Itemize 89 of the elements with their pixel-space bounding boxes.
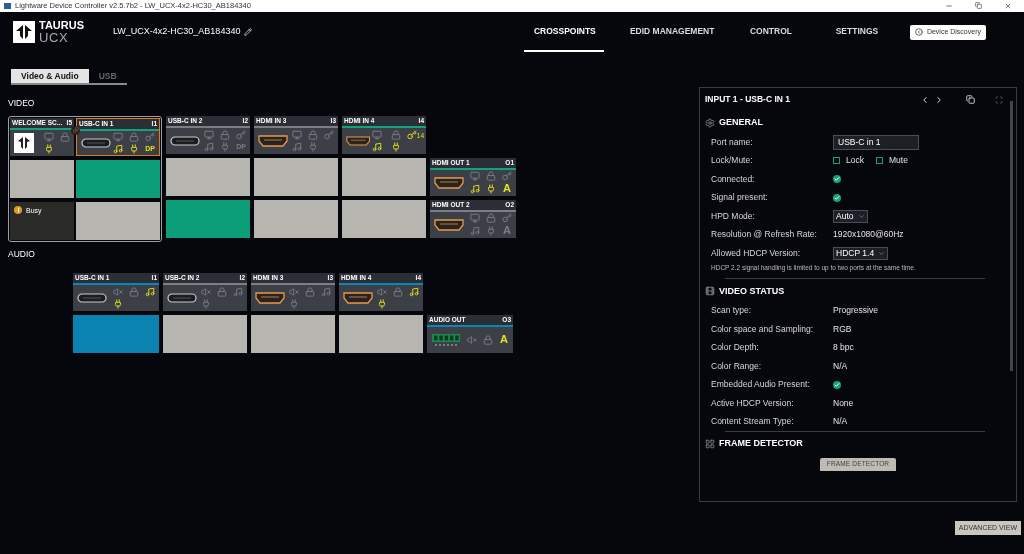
field-label: Content Stream Type:: [711, 415, 795, 428]
link-icon: [71, 125, 80, 135]
field-label: Resolution @ Refresh Rate:: [711, 228, 818, 242]
checkbox-label: Mute: [888, 154, 908, 168]
field-value: N/A: [833, 415, 848, 428]
logo-top-text: TAURUS: [39, 20, 84, 31]
section-title: FRAME DETECTOR: [719, 437, 803, 450]
sub-tab[interactable]: Video & Audio: [11, 69, 89, 85]
crosspoint-cell[interactable]: [163, 314, 247, 353]
usb-c-port-icon: [170, 135, 200, 146]
field-label: Embedded Audio Present:: [711, 378, 811, 391]
crosspoint-cell[interactable]: [254, 199, 338, 238]
dropdown-value: Auto: [836, 209, 854, 223]
field-label: Color Depth:: [711, 341, 760, 354]
checkbox-label: Lock: [846, 154, 864, 168]
field-label: Signal present:: [711, 191, 769, 205]
dropdown-value: HDCP 1.4: [836, 246, 875, 260]
panel-title: INPUT 1 - USB-C IN 1: [705, 93, 790, 106]
hdmi-port-icon: [346, 134, 371, 147]
device-name: LW_UCX-4x2-HC30_AB184340: [113, 25, 241, 39]
field-label: Lock/Mute:: [711, 154, 754, 168]
back-circle-icon: [914, 28, 923, 36]
field-value: N/A: [833, 359, 848, 373]
logo-icon: [14, 132, 34, 153]
port-name-field[interactable]: USB-C in 1: [833, 134, 919, 150]
previous-icon[interactable]: [920, 94, 930, 105]
checkbox[interactable]: [833, 157, 840, 165]
crosspoint-cell[interactable]: [254, 157, 338, 196]
film-icon: [705, 286, 715, 297]
next-icon[interactable]: [934, 94, 944, 105]
hdmi-port-icon: [434, 218, 464, 231]
crosspoint-cell[interactable]: [76, 201, 160, 240]
gears-icon: [705, 118, 715, 128]
crosspoint-cell[interactable]: [166, 157, 250, 196]
crosspoint-cell[interactable]: [73, 314, 159, 353]
crosspoint-cell[interactable]: [342, 199, 426, 238]
nav-tab[interactable]: CROSSPOINTS: [523, 12, 604, 52]
field-label: Scan type:: [711, 304, 753, 317]
chevron-down-icon: [857, 212, 865, 220]
field-label: Color space and Sampling:: [711, 322, 815, 336]
crosspoint-cell[interactable]: [251, 314, 335, 353]
restore-icon[interactable]: [975, 2, 982, 9]
dropdown[interactable]: HDCP 1.4: [833, 246, 889, 260]
field-label: HPD Mode:: [711, 209, 756, 223]
section-label: AUDIO: [8, 247, 36, 261]
section-title: GENERAL: [719, 116, 763, 130]
field-value: 1920x1080@60Hz: [833, 228, 904, 242]
chevron-down-icon: [878, 249, 886, 257]
field-value: None: [833, 396, 854, 410]
warning-icon: [14, 205, 22, 214]
crosspoint-cell[interactable]: [342, 157, 426, 196]
sub-tab[interactable]: USB: [88, 69, 127, 85]
hdmi-port-icon: [255, 291, 285, 304]
close-icon[interactable]: [1004, 2, 1012, 10]
field-label: Allowed HDCP Version:: [711, 246, 802, 260]
app-icon: [4, 3, 11, 9]
crosspoint-cell[interactable]: [166, 199, 250, 238]
hdmi-port-icon: [343, 291, 373, 304]
field-label: Active HDCP Version:: [711, 396, 795, 410]
checkbox[interactable]: [875, 157, 883, 165]
field-label: Color Range:: [711, 359, 763, 373]
crosspoint-cell[interactable]: [339, 314, 423, 353]
section-label: VIDEO: [8, 97, 36, 110]
terminal-block-icon: [431, 332, 461, 347]
dropdown[interactable]: Auto: [833, 209, 868, 223]
usb-c-port-icon: [167, 292, 197, 303]
field-label: Port name:: [711, 135, 754, 149]
nav-tab[interactable]: EDID MANAGEMENT: [619, 12, 720, 52]
edit-icon[interactable]: [244, 28, 253, 36]
field-value: RGB: [833, 322, 852, 336]
field-value: 8 bpc: [833, 341, 854, 354]
scrollbar[interactable]: [1010, 101, 1013, 371]
format-indicator: A: [503, 225, 511, 237]
logo-bottom-text: UCX: [39, 31, 70, 44]
logo-icon: [13, 21, 35, 43]
crosspoint-cell[interactable]: [10, 159, 74, 198]
hdmi-port-icon: [434, 176, 464, 189]
format-indicator: A: [503, 183, 511, 195]
usb-c-port-icon: [81, 137, 111, 148]
hdmi-port-icon: [258, 134, 288, 147]
nav-tab[interactable]: CONTROL: [735, 12, 806, 52]
crosspoint-cell[interactable]: [76, 159, 160, 198]
windows-icon[interactable]: [966, 95, 975, 104]
field-label: Connected:: [711, 172, 756, 186]
usb-c-port-icon: [77, 292, 107, 303]
field-value: Progressive: [833, 304, 878, 317]
nav-tab[interactable]: SETTINGS: [821, 12, 892, 52]
format-indicator: A: [500, 334, 508, 345]
section-title: VIDEO STATUS: [719, 284, 785, 298]
